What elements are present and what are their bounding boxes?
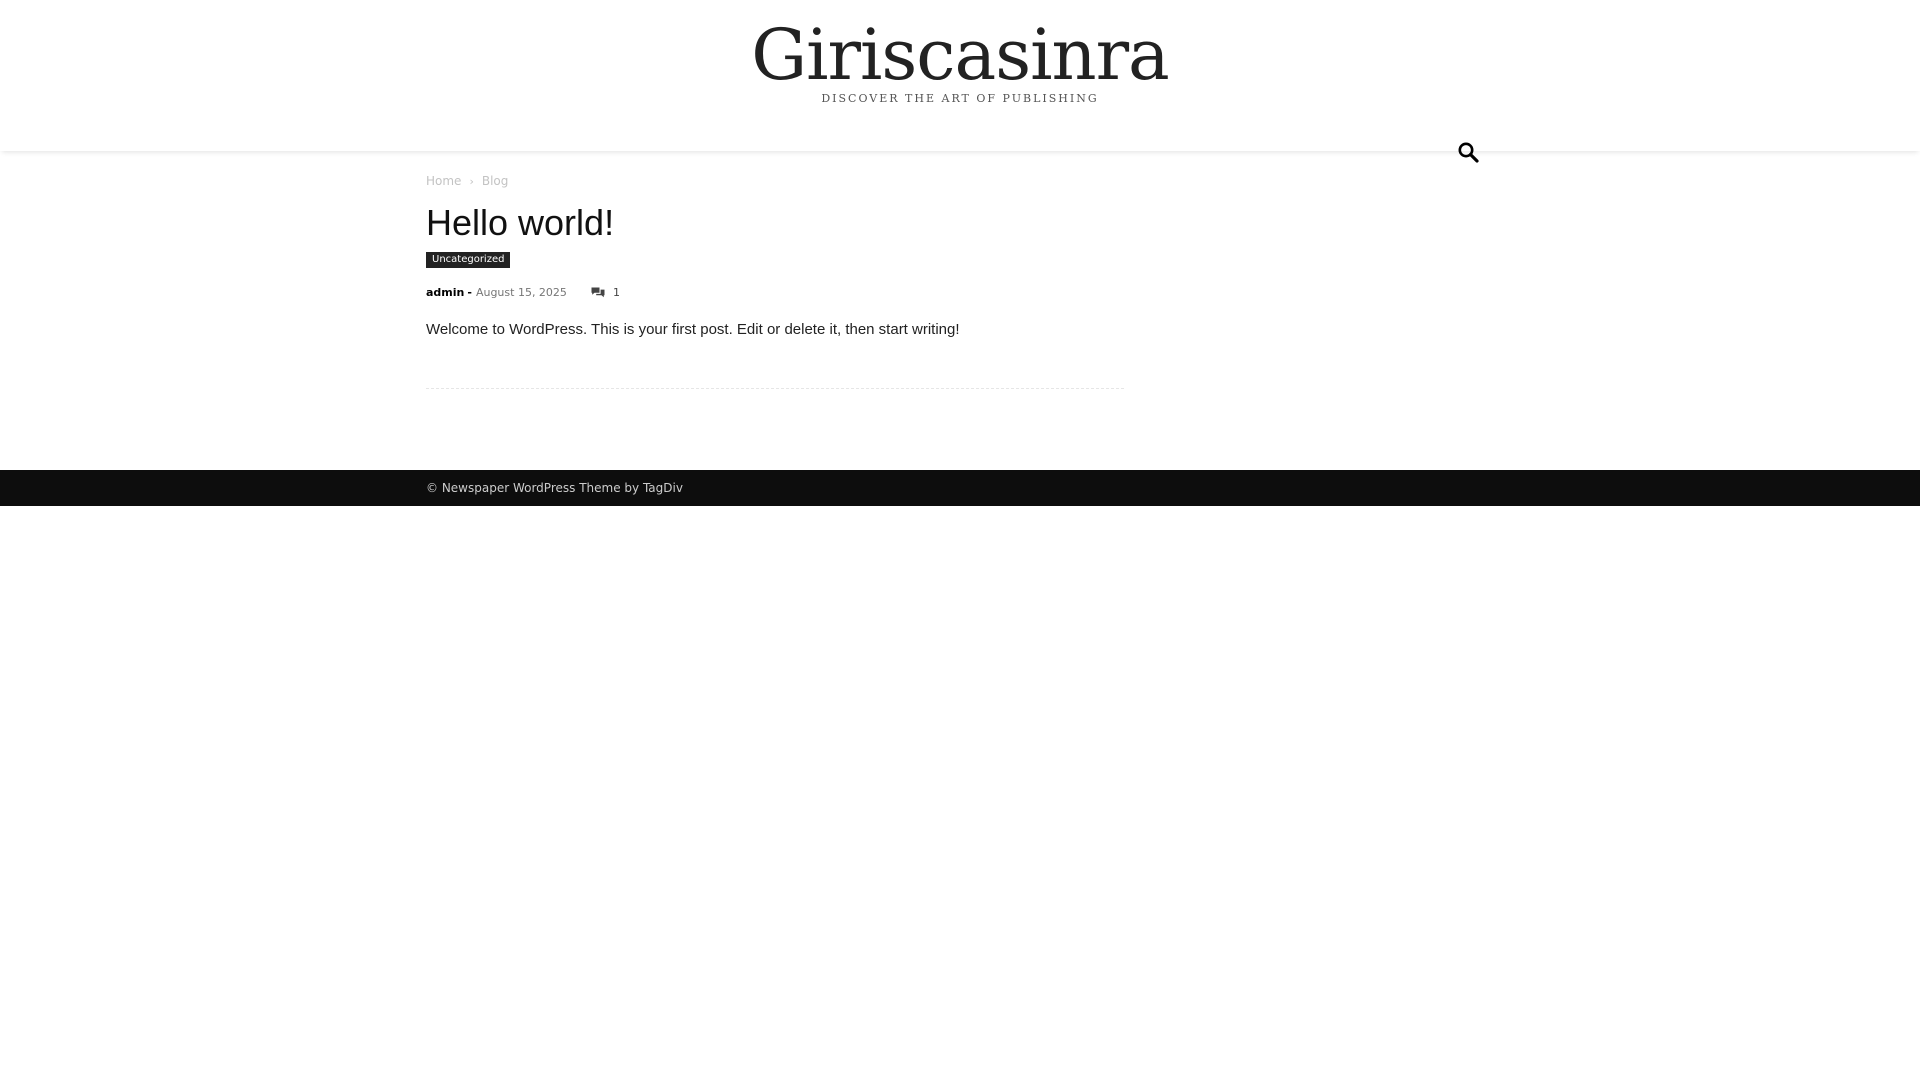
site-footer: © Newspaper WordPress Theme by TagDiv (0, 470, 1920, 506)
breadcrumb-separator: › (469, 174, 474, 188)
post-content: Welcome to WordPress. This is your first… (426, 321, 960, 338)
search-button[interactable] (1456, 140, 1482, 166)
comments-link[interactable]: 1 (591, 286, 620, 299)
comment-icon (591, 287, 605, 297)
breadcrumb: Home › Blog (426, 173, 508, 189)
post-date: August 15, 2025 (475, 285, 567, 299)
site-title[interactable]: Giriscasinra (0, 10, 1920, 100)
post-meta: admin - August 15, 2025 1 (426, 283, 620, 301)
post-divider (426, 388, 1124, 389)
search-icon (1458, 142, 1479, 163)
site-header: Giriscasinra DISCOVER THE ART OF PUBLISH… (0, 0, 1920, 163)
post-title: Hello world! (426, 202, 615, 243)
breadcrumb-blog[interactable]: Blog (482, 174, 509, 188)
breadcrumb-home[interactable]: Home (426, 174, 461, 188)
author-link[interactable]: admin (426, 286, 464, 299)
category-tag[interactable]: Uncategorized (426, 252, 511, 268)
author-separator: - (467, 285, 472, 299)
footer-copyright: © Newspaper WordPress Theme by TagDiv (426, 481, 683, 495)
comment-count: 1 (612, 285, 620, 299)
site-tagline: DISCOVER THE ART OF PUBLISHING (821, 92, 1099, 105)
